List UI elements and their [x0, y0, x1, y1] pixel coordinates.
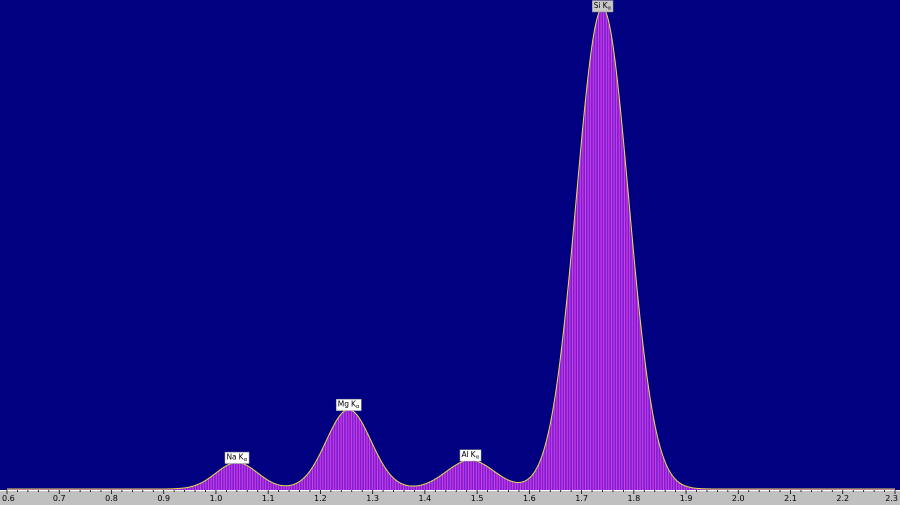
- peak-line-sub: α: [608, 6, 612, 12]
- x-tick-label: 2.0: [732, 494, 745, 503]
- x-tick-label: 0.6: [2, 494, 15, 503]
- x-tick-label: 0.8: [105, 494, 118, 503]
- peak-line-sub: α: [244, 457, 248, 463]
- peak-element: Si: [594, 1, 601, 10]
- x-tick-label: 1.4: [419, 494, 432, 503]
- peak-element: Mg: [338, 400, 349, 409]
- x-tick-label: 1.1: [262, 494, 275, 503]
- x-tick-label: 0.7: [53, 494, 66, 503]
- x-tick-label: 1.8: [627, 494, 640, 503]
- x-tick-label: 1.0: [210, 494, 223, 503]
- peak-label-si: Si Kα: [592, 0, 614, 13]
- peak-element: Na: [226, 453, 236, 462]
- peak-label-na: Na Kα: [224, 451, 250, 464]
- peak-label-al: Al Kα: [459, 449, 482, 462]
- peak-line-sub: α: [356, 404, 360, 410]
- plot-background: [0, 0, 900, 505]
- x-tick-label: 2.2: [836, 494, 849, 503]
- peak-line-sub: α: [476, 455, 480, 461]
- peak-label-mg: Mg Kα: [335, 398, 362, 411]
- x-tick-label: 1.5: [471, 494, 484, 503]
- spectrum-plot: 0.6 0.7 0.8 0.9 1.0 1.1 1.2 1.3 1.4 1.5 1.6 1.7 1.8 1…: [0, 0, 900, 505]
- x-tick-label: 1.9: [680, 494, 693, 503]
- x-tick-label: 2.3: [885, 494, 898, 503]
- x-tick-label: 1.7: [575, 494, 588, 503]
- x-axis-strip: [0, 490, 900, 505]
- x-tick-label: 0.9: [157, 494, 170, 503]
- x-tick-label: 2.1: [784, 494, 797, 503]
- spectrum-chart: 0.6 0.7 0.8 0.9 1.0 1.1 1.2 1.3 1.4 1.5 1.6 1.7 1.8 1…: [0, 0, 900, 505]
- peak-element: Al: [461, 450, 468, 459]
- x-tick-label: 1.2: [314, 494, 327, 503]
- x-tick-label: 1.6: [523, 494, 536, 503]
- x-tick-label: 1.3: [366, 494, 379, 503]
